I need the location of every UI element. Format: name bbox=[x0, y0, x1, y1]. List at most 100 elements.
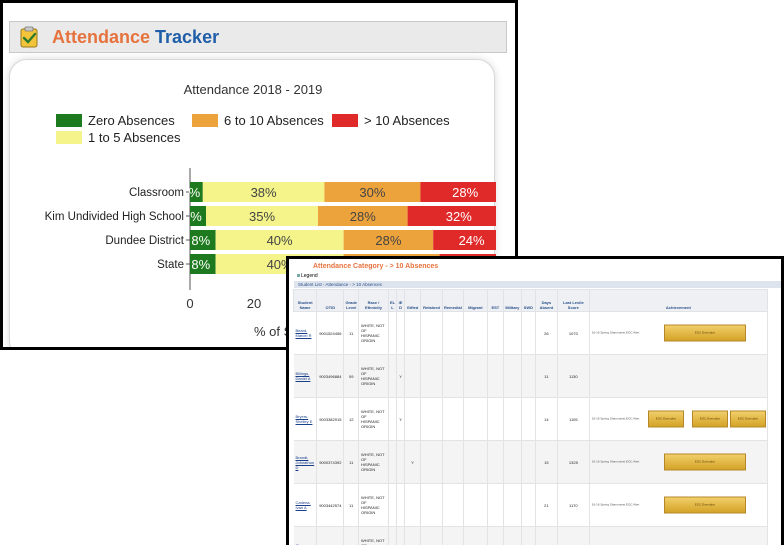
student-name-link[interactable]: Beard, Marcel R bbox=[293, 311, 318, 355]
achievement-cell: 16-16 Spring Sharmotest EOC Alert EOC Exe… bbox=[589, 440, 768, 484]
military-cell bbox=[503, 483, 522, 527]
achievement-bar[interactable]: EOC Exemplar bbox=[663, 496, 746, 514]
remedial-cell bbox=[442, 354, 464, 398]
achievement-bar[interactable]: EOC Exemplar bbox=[663, 453, 746, 471]
lexile-cell: 1130 bbox=[557, 354, 590, 398]
column-header[interactable]: Achievement bbox=[588, 289, 768, 312]
student-name-link[interactable]: Chun, Jarrell N bbox=[293, 526, 318, 545]
iep-cell bbox=[396, 483, 406, 527]
column-header[interactable]: Student Name bbox=[292, 289, 318, 312]
days-absent-cell: 21 bbox=[535, 483, 558, 527]
race-cell: WHITE, NOT OF HISPANIC ORIGIN bbox=[358, 397, 389, 441]
remedial-cell bbox=[442, 440, 464, 484]
lexile-cell: 1530 bbox=[557, 526, 590, 545]
achievement-bar[interactable]: EOC Exemplar bbox=[647, 410, 684, 428]
iep-cell: Y bbox=[396, 354, 406, 398]
days-absent-cell: 13 bbox=[535, 526, 558, 545]
military-cell bbox=[503, 354, 522, 398]
lexile-cell: 1170 bbox=[557, 483, 590, 527]
iep-cell bbox=[396, 440, 406, 484]
swd-cell bbox=[521, 354, 536, 398]
column-header[interactable]: SWD bbox=[520, 289, 536, 312]
swd-cell bbox=[521, 440, 536, 484]
iep-cell: Y bbox=[396, 397, 406, 441]
est-cell bbox=[487, 440, 504, 484]
screenshot-stage: Attendance Tracker Attendance 2018 - 201… bbox=[0, 0, 784, 545]
column-header[interactable]: Days Absent bbox=[534, 289, 558, 312]
remedial-cell bbox=[442, 483, 464, 527]
gifted-cell bbox=[404, 397, 422, 441]
legend-entry: Zero Absences bbox=[88, 113, 175, 128]
race-cell: WHITE, NOT OF HISPANIC ORIGIN bbox=[358, 311, 389, 355]
column-header[interactable]: IE D bbox=[396, 289, 406, 312]
x-tick-label: 20 bbox=[247, 296, 261, 311]
column-header[interactable]: Gifted bbox=[404, 289, 422, 312]
table-row[interactable]: Bryers, Shelley E 9003382915 12 WHITE, NOT … bbox=[293, 397, 768, 441]
bar-data-label: 35% bbox=[249, 209, 275, 224]
ell-cell bbox=[388, 354, 398, 398]
achievement-cell: 16-16 Spring Sharmotest EOC Alert EOC Exe… bbox=[589, 483, 768, 527]
table-row[interactable]: Brandt, Johnathon D 9000374392 11 WHITE, NO… bbox=[293, 440, 768, 484]
student-name-link[interactable]: Billings, Daniel A bbox=[293, 354, 318, 398]
legend-toggle[interactable]: Legend bbox=[297, 273, 318, 279]
lexile-cell: 1325 bbox=[557, 440, 590, 484]
est-cell bbox=[487, 311, 504, 355]
grade-cell: 11 bbox=[343, 526, 359, 545]
ell-cell bbox=[388, 483, 398, 527]
column-header[interactable]: Race / Ethnicity bbox=[358, 289, 389, 312]
remedial-cell bbox=[442, 526, 464, 545]
swd-cell bbox=[521, 311, 536, 355]
column-header[interactable]: Retained bbox=[420, 289, 444, 312]
bar-data-label: 28% bbox=[452, 185, 478, 200]
column-header[interactable]: EST bbox=[486, 289, 504, 312]
achievement-bar[interactable]: EOC Exemplar bbox=[729, 410, 766, 428]
days-absent-cell: 26 bbox=[535, 311, 558, 355]
race-cell: WHITE, NOT OF HISPANIC ORIGIN bbox=[358, 354, 389, 398]
table-header-row: Student Name OTID Grade Level Race / Ethnic… bbox=[292, 289, 768, 312]
column-header[interactable]: Grade Level bbox=[343, 289, 359, 312]
student-list-bar[interactable]: Student List - Attendance - > 10 Absence… bbox=[294, 281, 781, 288]
ell-cell bbox=[388, 440, 398, 484]
column-header[interactable]: Military bbox=[502, 289, 522, 312]
table-row[interactable]: Chun, Jarrell N900190382611WHITE, NOT OF… bbox=[293, 526, 768, 545]
grade-cell: 11 bbox=[343, 311, 359, 355]
column-header[interactable]: Remedial bbox=[442, 289, 464, 312]
student-name-link[interactable]: Bryers, Shelley E bbox=[293, 397, 318, 441]
tracker-title: Attendance Tracker bbox=[52, 27, 219, 48]
retained-cell bbox=[420, 354, 444, 398]
iep-cell bbox=[396, 526, 406, 545]
table-row[interactable]: Billings, Daniel A 9003496884 09 WHITE, NOT… bbox=[293, 354, 768, 398]
achievement-label: 16-16 Spring Sharmotest EOC Alert bbox=[591, 459, 640, 464]
otid-cell: 9003496884 bbox=[316, 354, 345, 398]
attendance-category-panel: Attendance Category - > 10 Absences Lege… bbox=[286, 256, 784, 545]
otid-cell: 9001903826 bbox=[316, 526, 345, 545]
column-header[interactable]: Migrant bbox=[462, 289, 488, 312]
migrant-cell bbox=[463, 354, 488, 398]
column-header[interactable]: Last Lexile Score bbox=[556, 289, 590, 312]
achievement-bar[interactable]: EOC Exemplar bbox=[663, 324, 746, 342]
tracker-title-part1: Attendance bbox=[52, 26, 151, 47]
ell-cell bbox=[388, 311, 398, 355]
column-header[interactable]: OTID bbox=[316, 289, 345, 312]
table-body: Beard, Marcel R 9001524456 11 WHITE, NOT OF… bbox=[293, 311, 768, 545]
achievement-bar[interactable]: EOC Exemplar bbox=[691, 410, 728, 428]
gifted-cell bbox=[404, 354, 422, 398]
retained-cell bbox=[420, 483, 444, 527]
migrant-cell bbox=[463, 397, 488, 441]
est-cell bbox=[487, 483, 504, 527]
student-name-link[interactable]: Brandt, Johnathon D bbox=[293, 440, 318, 484]
bar-data-label: % bbox=[189, 185, 201, 200]
table-row[interactable]: Beard, Marcel R 9001524456 11 WHITE, NOT OF… bbox=[293, 311, 768, 355]
days-absent-cell: 11 bbox=[535, 354, 558, 398]
otid-cell: 9003382915 bbox=[316, 397, 345, 441]
column-header[interactable]: EL L bbox=[387, 289, 398, 312]
achievement-cell: 16-16 Spring Sharmotest EOC Alert EOC Exe… bbox=[589, 311, 768, 355]
est-cell bbox=[487, 354, 504, 398]
clipboard-check-icon bbox=[20, 26, 38, 48]
lexile-cell: 1105 bbox=[557, 397, 590, 441]
student-name-link[interactable]: Cadena, Ivan A bbox=[293, 483, 318, 527]
otid-cell: 9001524456 bbox=[316, 311, 345, 355]
retained-cell bbox=[420, 311, 444, 355]
table-row[interactable]: Cadena, Ivan A 9003442574 11 WHITE, NOT OF … bbox=[293, 483, 768, 527]
grade-cell: 09 bbox=[343, 354, 359, 398]
